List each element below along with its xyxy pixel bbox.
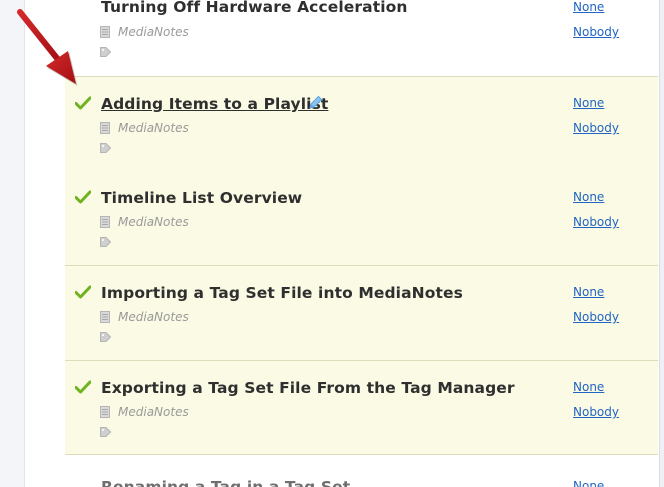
document-icon	[100, 216, 110, 228]
priority-link[interactable]: None	[573, 380, 604, 394]
green-check-icon[interactable]	[75, 285, 91, 299]
assignee-link[interactable]: Nobody	[573, 310, 619, 324]
document-icon	[100, 26, 110, 38]
document-icon	[100, 311, 110, 323]
tag-icon	[100, 332, 111, 342]
assignee-link[interactable]: Nobody	[573, 121, 619, 135]
green-check-icon[interactable]	[75, 190, 91, 204]
right-window-frame	[659, 0, 664, 487]
assignee-link[interactable]: Nobody	[573, 405, 619, 419]
document-icon	[100, 122, 110, 134]
list-item: Adding Items to a Playlist MediaNotes No…	[65, 76, 658, 172]
project-name: MediaNotes	[118, 121, 189, 135]
tag-icon	[100, 237, 111, 247]
priority-link[interactable]: None	[573, 190, 604, 204]
project-name: MediaNotes	[118, 405, 189, 419]
item-title[interactable]: Renaming a Tag in a Tag Set	[101, 478, 350, 487]
project-name: MediaNotes	[118, 25, 189, 39]
tag-icon	[100, 427, 111, 437]
priority-link[interactable]: None	[573, 479, 604, 487]
list-item: Renaming a Tag in a Tag Set None	[65, 469, 658, 487]
item-title[interactable]: Adding Items to a Playlist	[101, 95, 328, 113]
green-check-icon[interactable]	[75, 96, 91, 110]
list-item: Timeline List Overview MediaNotes None N…	[65, 171, 658, 266]
list-item: Exporting a Tag Set File From the Tag Ma…	[65, 361, 658, 455]
assignee-link[interactable]: Nobody	[573, 215, 619, 229]
item-title[interactable]: Turning Off Hardware Acceleration	[101, 0, 408, 16]
green-check-icon[interactable]	[75, 380, 91, 394]
priority-link[interactable]: None	[573, 96, 604, 110]
project-name: MediaNotes	[118, 310, 189, 324]
item-title[interactable]: Exporting a Tag Set File From the Tag Ma…	[101, 379, 515, 397]
project-name: MediaNotes	[118, 215, 189, 229]
document-icon	[100, 406, 110, 418]
priority-link[interactable]: None	[573, 285, 604, 299]
tag-icon	[100, 47, 111, 57]
item-title[interactable]: Importing a Tag Set File into MediaNotes	[101, 284, 463, 302]
assignee-link[interactable]: Nobody	[573, 25, 619, 39]
list-item: Importing a Tag Set File into MediaNotes…	[65, 266, 658, 361]
red-arrow-annotation	[17, 9, 78, 86]
list-item: Turning Off Hardware Acceleration MediaN…	[65, 0, 658, 77]
tag-icon	[100, 143, 111, 153]
item-title[interactable]: Timeline List Overview	[101, 189, 302, 207]
priority-link[interactable]: None	[573, 0, 604, 14]
pencil-edit-icon[interactable]	[307, 95, 323, 111]
